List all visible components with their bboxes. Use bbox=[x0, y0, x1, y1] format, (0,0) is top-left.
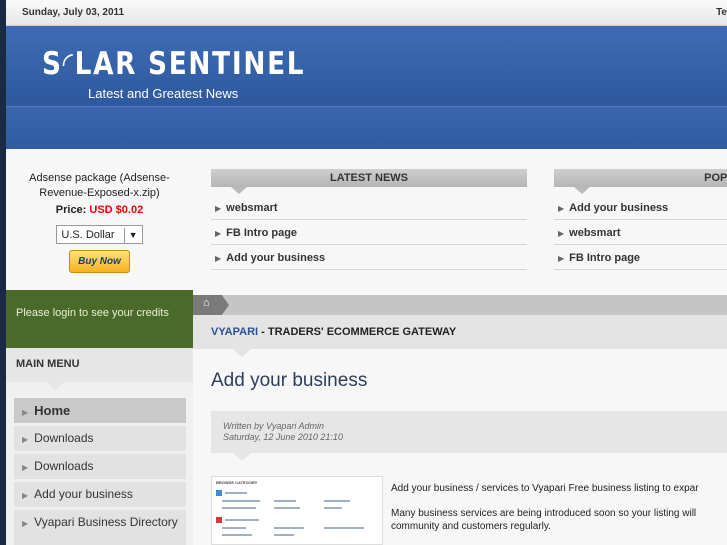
menu-item-home[interactable]: ▶ Home bbox=[14, 398, 186, 423]
article-meta: Written by Vyapari Admin Saturday, 12 Ju… bbox=[211, 411, 727, 461]
section-title-text: - TRADERS' ECOMMERCE GATEWAY bbox=[258, 326, 457, 338]
sidebar: Adsense package (Adsense-Revenue-Exposed… bbox=[6, 149, 193, 545]
thumbnail-line bbox=[222, 507, 256, 509]
popular-link-label: Add your business bbox=[569, 202, 669, 214]
currency-select[interactable]: U.S. Dollar ▼ bbox=[56, 225, 143, 244]
top-bar-right-text: Te bbox=[716, 7, 727, 18]
thumbnail-heading: BROWSE CATEGORY bbox=[216, 480, 258, 485]
triangle-right-icon: ▶ bbox=[558, 204, 565, 213]
current-date: Sunday, July 03, 2011 bbox=[22, 7, 125, 18]
menu-item-business-directory[interactable]: ▶ Vyapari Business Directory bbox=[14, 510, 186, 545]
menu-item-label: Home bbox=[34, 403, 71, 418]
triangle-right-icon: ▶ bbox=[22, 491, 29, 500]
triangle-right-icon: ▶ bbox=[215, 204, 222, 213]
triangle-right-icon: ▶ bbox=[22, 463, 29, 472]
price-label: Price: bbox=[55, 204, 87, 216]
price-value: USD $0.02 bbox=[89, 204, 144, 216]
menu-item-label: Vyapari Business Directory bbox=[34, 515, 178, 529]
popular-title: POPULA bbox=[554, 169, 727, 194]
thumbnail-line bbox=[274, 534, 294, 536]
buy-now-button[interactable]: Buy Now bbox=[69, 250, 130, 273]
page: Sunday, July 03, 2011 Te S◜LAR SENTINEL … bbox=[6, 0, 727, 545]
thumbnail-line bbox=[222, 500, 260, 502]
thumbnail-line bbox=[225, 492, 247, 494]
news-link-label: websmart bbox=[226, 202, 278, 214]
thumbnail-line bbox=[222, 534, 252, 536]
category-icon bbox=[216, 517, 222, 523]
site-header: S◜LAR SENTINEL Latest and Greatest News bbox=[6, 26, 727, 149]
latest-news-title: LATEST NEWS bbox=[211, 169, 527, 194]
popular-link[interactable]: ▶ Add your business bbox=[554, 195, 727, 220]
triangle-right-icon: ▶ bbox=[215, 254, 222, 263]
thumbnail-line bbox=[324, 500, 350, 502]
triangle-right-icon: ▶ bbox=[215, 229, 222, 238]
menu-item-add-business[interactable]: ▶ Add your business bbox=[14, 482, 186, 507]
article-title: Add your business bbox=[211, 370, 368, 391]
breadcrumb: ⌂ bbox=[193, 295, 727, 315]
menu-item-label: Downloads bbox=[34, 459, 94, 473]
main-menu-title: MAIN MENU bbox=[6, 348, 193, 390]
popular-link-label: FB Intro page bbox=[569, 252, 641, 264]
top-bar: Sunday, July 03, 2011 Te bbox=[6, 0, 727, 26]
article-paragraph-2: Many business services are being introdu… bbox=[391, 508, 697, 532]
triangle-right-icon: ▶ bbox=[558, 254, 565, 263]
thumbnail-line bbox=[324, 507, 342, 509]
login-notice: Please login to see your credits bbox=[6, 290, 193, 348]
latest-news-module: LATEST NEWS ▶ websmart ▶ FB Intro page ▶ Ad… bbox=[211, 169, 527, 270]
category-icon bbox=[216, 490, 222, 496]
thumbnail-line bbox=[222, 527, 246, 529]
site-logo[interactable]: S◜LAR SENTINEL bbox=[42, 46, 305, 82]
home-icon[interactable]: ⌂ bbox=[193, 295, 229, 315]
main-content: LATEST NEWS ▶ websmart ▶ FB Intro page ▶ Ad… bbox=[193, 149, 727, 545]
news-link[interactable]: ▶ FB Intro page bbox=[211, 220, 527, 245]
product-name: Adsense package (Adsense-Revenue-Exposed… bbox=[29, 172, 170, 199]
thumbnail-line bbox=[274, 527, 304, 529]
thumbnail-line bbox=[274, 507, 300, 509]
news-link-label: Add your business bbox=[226, 252, 326, 264]
news-link[interactable]: ▶ Add your business bbox=[211, 245, 527, 270]
section-brand-link[interactable]: VYAPARI bbox=[211, 326, 258, 338]
chevron-down-icon[interactable]: ▼ bbox=[123, 228, 138, 243]
thumbnail-line bbox=[324, 527, 364, 529]
thumbnail-line bbox=[274, 500, 296, 502]
triangle-right-icon: ▶ bbox=[558, 229, 565, 238]
header-nav-band bbox=[6, 106, 727, 149]
triangle-right-icon: ▶ bbox=[22, 519, 29, 528]
currency-selected: U.S. Dollar bbox=[61, 229, 115, 241]
product-price: Price: USD $0.02 bbox=[12, 203, 187, 218]
menu-item-label: Downloads bbox=[34, 431, 94, 445]
main-menu: ▶ Home ▶ Downloads ▶ Downloads ▶ Add your bu… bbox=[6, 382, 193, 545]
popular-link[interactable]: ▶ websmart bbox=[554, 220, 727, 245]
popular-module: POPULA ▶ Add your business ▶ websmart ▶ FB … bbox=[554, 169, 727, 270]
thumbnail-line bbox=[225, 519, 259, 521]
article-thumbnail[interactable]: BROWSE CATEGORY bbox=[211, 476, 383, 545]
article-author: Written by Vyapari Admin bbox=[223, 421, 325, 431]
news-link[interactable]: ▶ websmart bbox=[211, 195, 527, 220]
news-link-label: FB Intro page bbox=[226, 227, 298, 239]
popular-link[interactable]: ▶ FB Intro page bbox=[554, 245, 727, 270]
popular-link-label: websmart bbox=[569, 227, 621, 239]
menu-item-downloads[interactable]: ▶ Downloads bbox=[14, 426, 186, 451]
site-tagline: Latest and Greatest News bbox=[88, 86, 239, 101]
article-paragraph-1: Add your business / services to Vyapari … bbox=[391, 483, 699, 494]
adsense-product: Adsense package (Adsense-Revenue-Exposed… bbox=[6, 149, 193, 290]
menu-item-downloads-2[interactable]: ▶ Downloads bbox=[14, 454, 186, 479]
triangle-right-icon: ▶ bbox=[22, 408, 29, 417]
article-date: Saturday, 12 June 2010 21:10 bbox=[223, 432, 343, 442]
menu-item-label: Add your business bbox=[34, 487, 133, 501]
triangle-right-icon: ▶ bbox=[22, 435, 29, 444]
section-title: VYAPARI - TRADERS' ECOMMERCE GATEWAY bbox=[193, 315, 727, 357]
